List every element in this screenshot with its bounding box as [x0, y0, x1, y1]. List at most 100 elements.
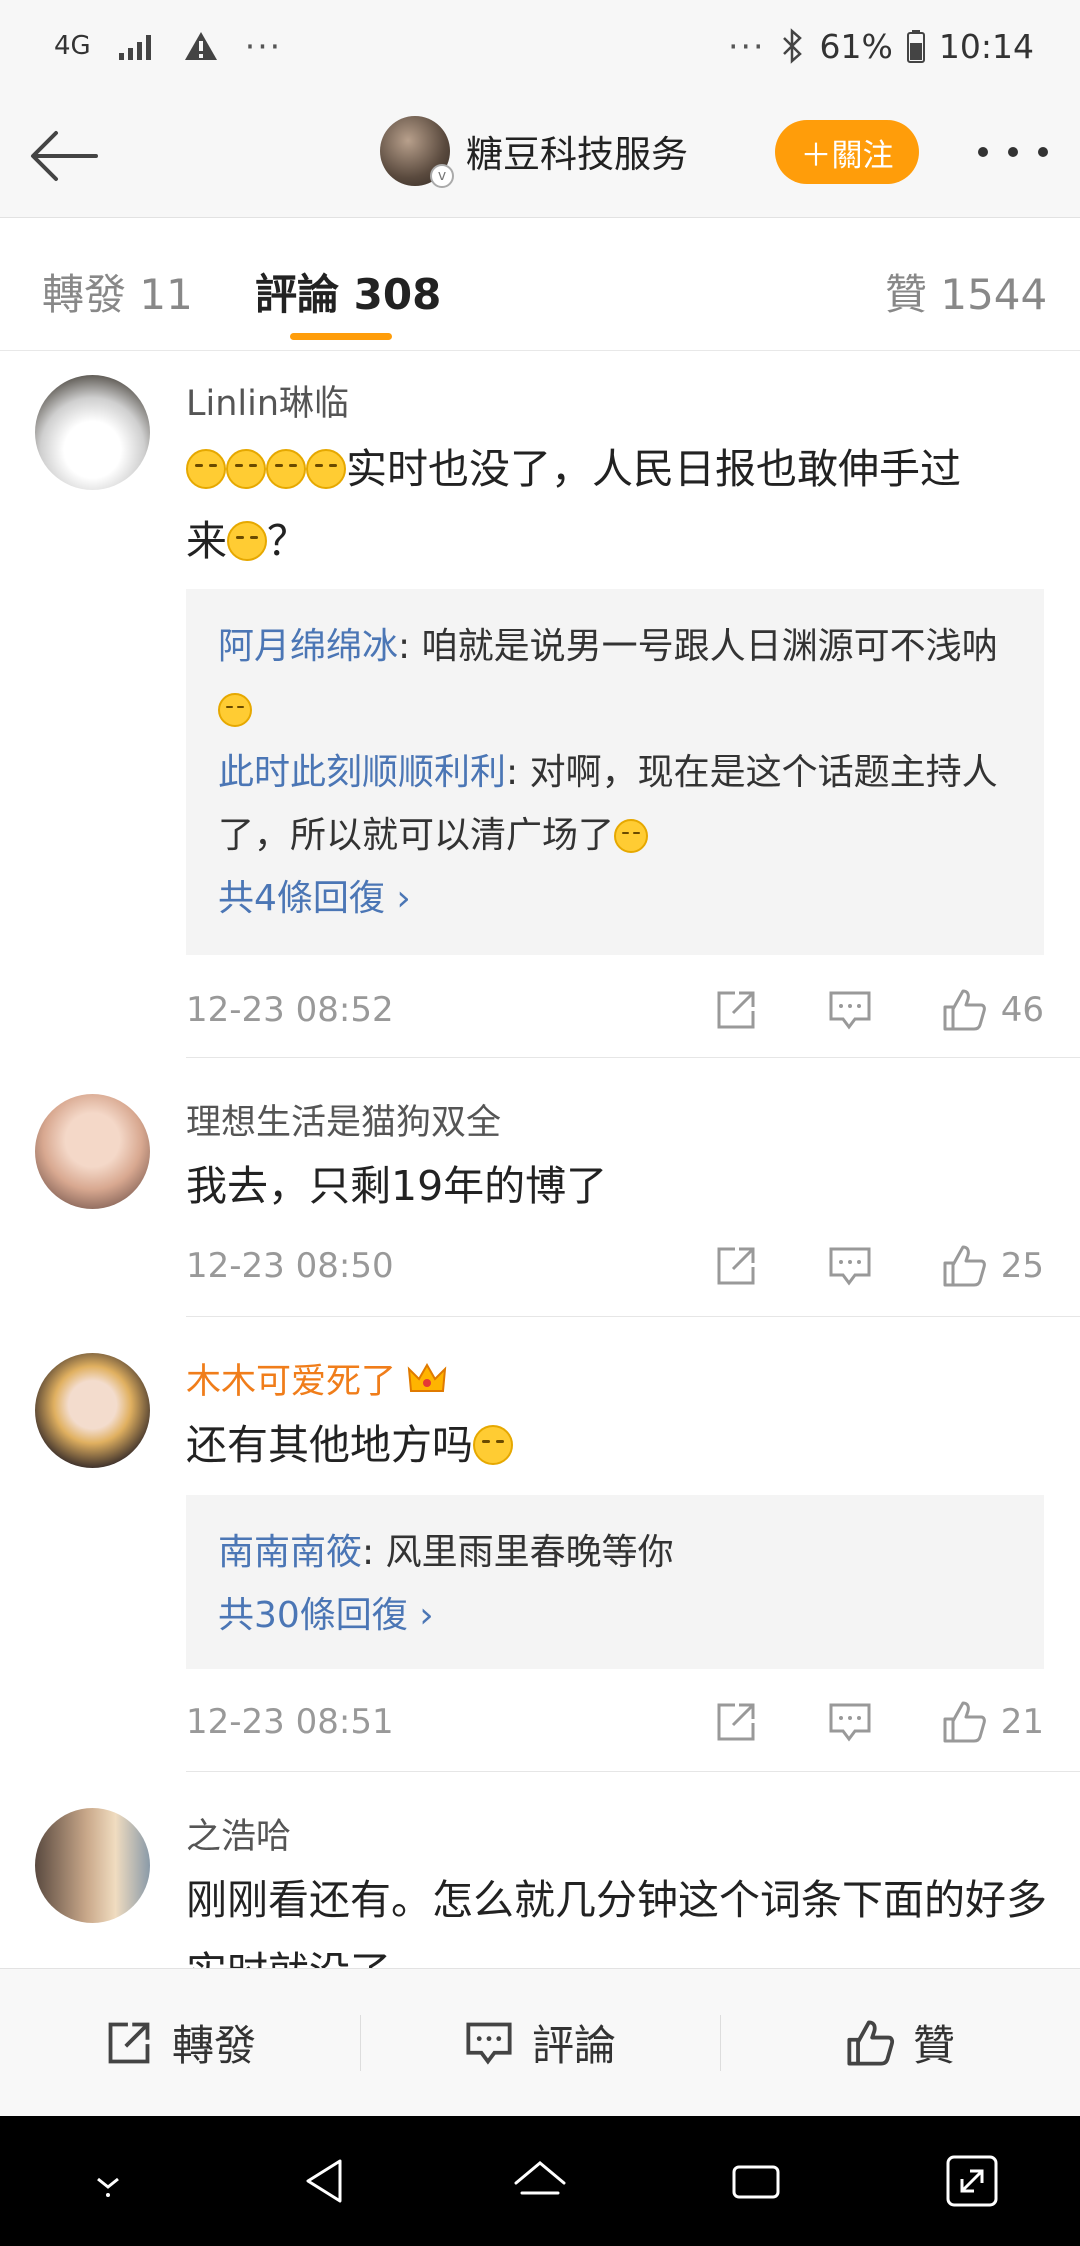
clock: 10:14	[938, 26, 1034, 66]
share-icon[interactable]	[713, 1699, 759, 1745]
comment-button[interactable]: 評論	[360, 1969, 720, 2116]
back-arrow-icon	[31, 131, 98, 181]
comment-username[interactable]: 理想生活是猫狗双全	[186, 1094, 501, 1145]
active-tab-indicator	[290, 333, 392, 340]
dot-icon	[978, 147, 988, 157]
comment-text: 还有其他地方吗	[186, 1409, 1056, 1481]
header: v 糖豆科技服务 ＋關注	[0, 92, 1080, 218]
comment-text: 我去，只剩19年的博了	[186, 1162, 608, 1210]
back-nav-icon[interactable]	[292, 2149, 356, 2213]
profile-name: 糖豆科技服务	[466, 133, 688, 176]
like-label: 贊	[912, 2021, 955, 2070]
expand-nav-icon[interactable]	[940, 2149, 1004, 2213]
comment-time: 12-23 08:52	[186, 990, 394, 1030]
comment-icon[interactable]	[827, 1699, 873, 1745]
system-nav-bar	[0, 2116, 1080, 2246]
comment-username[interactable]: 之浩哈	[186, 1808, 291, 1859]
signal-icon	[118, 35, 151, 60]
avatar: v	[380, 116, 454, 188]
dot-icon	[1038, 147, 1048, 157]
more-options-button[interactable]	[978, 132, 1048, 172]
comment-meta: 12-23 08:50 25	[186, 1236, 1044, 1296]
comment-meta: 12-23 08:52 46	[186, 980, 1044, 1040]
like-count: 25	[1000, 1246, 1044, 1286]
reply-username[interactable]: 此时此刻顺顺利利	[218, 752, 506, 793]
crown-icon	[407, 1362, 447, 1392]
reply-box[interactable]: 阿月绵绵冰: 咱就是说男一号跟人日渊源可不浅呐 此时此刻顺顺利利: 对啊，现在是…	[186, 589, 1044, 955]
bluetooth-icon	[782, 28, 802, 64]
comment-username[interactable]: Linlin琳临	[186, 375, 349, 426]
smirk-emoji-icon	[186, 449, 226, 489]
network-indicator: 4G	[54, 31, 91, 61]
repost-button[interactable]: 轉發	[0, 1969, 360, 2116]
reply-item: 此时此刻顺顺利利: 对啊，现在是这个话题主持人了，所以就可以清广场了	[218, 741, 1012, 867]
share-icon[interactable]	[713, 987, 759, 1033]
battery-percent: 61%	[819, 26, 893, 66]
bottom-action-bar: 轉發 評論 贊	[0, 1968, 1080, 2116]
tab-repost[interactable]: 轉發 11	[42, 261, 193, 322]
divider	[186, 1057, 1080, 1058]
reply-box[interactable]: 南南南筱: 风里雨里春晚等你 共30條回復 ›	[186, 1495, 1044, 1669]
like-icon[interactable]	[941, 1243, 987, 1289]
comment-text: 刚刚看还有。怎么就几分钟这个词条下面的好多实时就没了	[186, 1876, 1047, 1968]
comment-time: 12-23 08:51	[186, 1702, 394, 1742]
profile-link[interactable]: v 糖豆科技服务	[380, 116, 688, 188]
hide-keyboard-icon[interactable]	[76, 2149, 140, 2213]
home-nav-icon[interactable]	[508, 2149, 572, 2213]
avatar[interactable]	[35, 1353, 150, 1468]
smirk-emoji-icon	[226, 449, 266, 489]
repost-label: 轉發	[171, 2021, 256, 2070]
comment-icon[interactable]	[827, 987, 873, 1033]
comment-text-part: 还有其他地方吗	[186, 1421, 473, 1469]
tab-likes[interactable]: 贊 1544	[885, 261, 1047, 322]
status-dots-right: ···	[728, 26, 766, 66]
back-button[interactable]	[28, 118, 104, 194]
battery-icon	[906, 30, 925, 63]
reply-username[interactable]: 阿月绵绵冰	[218, 626, 398, 667]
more-replies-link[interactable]: 共30條回復 ›	[218, 1584, 1012, 1647]
like-icon	[847, 2019, 895, 2066]
divider	[186, 1316, 1080, 1317]
like-count: 21	[1000, 1702, 1044, 1742]
share-icon	[108, 2022, 150, 2063]
status-dots-left: ···	[244, 26, 283, 66]
comment-text-part: 实时也没了，人民日报也敢伸手过	[346, 445, 961, 493]
avatar[interactable]	[35, 1808, 150, 1923]
reply-username[interactable]: 南南南筱	[218, 1532, 362, 1573]
comment-icon[interactable]	[827, 1243, 873, 1289]
like-icon[interactable]	[941, 1699, 987, 1745]
tab-comments[interactable]: 評論 308	[255, 261, 441, 322]
comment-time: 12-23 08:50	[186, 1246, 394, 1286]
smirk-emoji-icon	[306, 449, 346, 489]
dot-icon	[1008, 147, 1018, 157]
like-button[interactable]: 贊	[720, 1969, 1080, 2116]
comment-text: 实时也没了，人民日报也敢伸手过来 ？	[186, 433, 1056, 577]
share-icon[interactable]	[713, 1243, 759, 1289]
recents-nav-icon[interactable]	[724, 2149, 788, 2213]
pleading-emoji-icon	[473, 1425, 513, 1465]
reply-text: : 咱就是说男一号跟人日渊源可不浅呐	[398, 626, 998, 667]
verified-icon: v	[430, 164, 454, 188]
smirk-emoji-icon	[266, 449, 306, 489]
doge-emoji-icon	[614, 819, 649, 853]
comment-icon	[466, 2022, 512, 2065]
like-icon[interactable]	[941, 987, 987, 1033]
reply-item: 阿月绵绵冰: 咱就是说男一号跟人日渊源可不浅呐	[218, 615, 1012, 741]
comment-label: 評論	[531, 2021, 616, 2070]
comment-text-part: ？	[267, 517, 308, 565]
follow-button[interactable]: ＋關注	[775, 120, 919, 184]
avatar[interactable]	[35, 1094, 150, 1209]
tab-bar: 轉發 11 評論 308 贊 1544	[0, 219, 1080, 351]
avatar[interactable]	[35, 375, 150, 490]
comment-username[interactable]: 木木可爱死了	[186, 1353, 447, 1404]
comment-username-text: 木木可爱死了	[186, 1362, 397, 1402]
status-bar: 4G ··· ··· 61% 10:14	[0, 0, 1080, 92]
warning-icon	[184, 32, 217, 60]
like-count: 46	[1000, 990, 1044, 1030]
kiss-emoji-icon	[218, 693, 252, 727]
reply-item: 南南南筱: 风里雨里春晚等你	[218, 1521, 1012, 1584]
comment-item: 之浩哈 刚刚看还有。怎么就几分钟这个词条下面的好多实时就没了	[0, 1772, 1080, 1968]
smirk-emoji-icon	[227, 521, 267, 561]
comment-text-part: 来	[186, 517, 227, 565]
more-replies-link[interactable]: 共4條回復 ›	[218, 867, 1012, 930]
